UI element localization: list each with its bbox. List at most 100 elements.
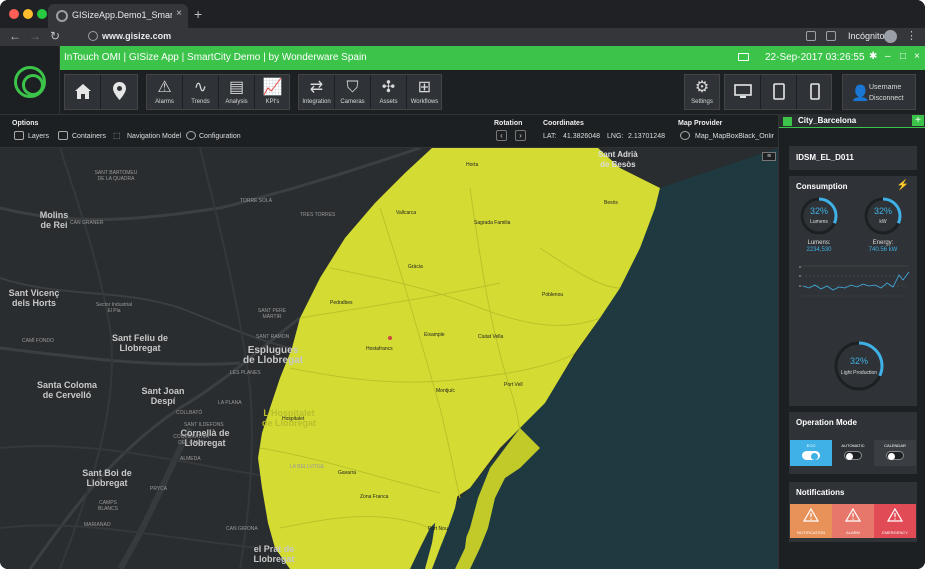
- desktop-view-button[interactable]: [725, 75, 761, 109]
- map-area-sant-ildefons: SANT ILDEFONS: [184, 422, 224, 428]
- light-production-gauge: [834, 341, 884, 391]
- disconnect-button[interactable]: Disconnect: [869, 95, 904, 102]
- containers-option[interactable]: Containers: [72, 133, 106, 140]
- map-area-sant-bartomeu: SANT BARTOMEU DE LA QUADRA: [94, 170, 138, 182]
- device-card[interactable]: IDSM_EL_D011: [789, 146, 917, 170]
- cameras-button[interactable]: ⛉ Cameras: [335, 75, 371, 109]
- location-marker[interactable]: [388, 336, 392, 340]
- camera-icon[interactable]: [738, 53, 749, 61]
- chrome-menu-icon[interactable]: ⋮: [906, 29, 917, 42]
- district-gracia: Gràcia: [408, 264, 423, 270]
- new-tab-button[interactable]: +: [194, 6, 202, 22]
- phone-icon: [810, 83, 820, 100]
- eco-label: ECO: [806, 443, 816, 448]
- workflow-icon: ⊞: [417, 79, 432, 96]
- district-besos: Besòs: [604, 200, 618, 206]
- analysis-button[interactable]: ▤ Analysis: [219, 75, 255, 109]
- reload-icon[interactable]: ↻: [50, 29, 60, 43]
- add-button[interactable]: +: [912, 115, 924, 126]
- map-area-pryca: PRYCA: [150, 486, 168, 492]
- extension-icon[interactable]: [806, 31, 816, 41]
- nav-group: [64, 74, 138, 110]
- maximize-window-button[interactable]: [37, 9, 47, 19]
- monitor-group: ⚠ Alarms ∿ Trends ▤ Analysis 📈 KPI's: [146, 74, 290, 110]
- district-zona-franca: Zona Franca: [360, 494, 389, 500]
- incognito-icon[interactable]: [884, 30, 897, 43]
- kpis-button[interactable]: 📈 KPI's: [255, 75, 290, 109]
- notification-label: NOTIFICATION: [797, 530, 825, 535]
- alarm-button[interactable]: ALARM: [832, 504, 874, 538]
- automatic-label: AUTOMATIC: [841, 443, 865, 448]
- settings-group: ⚙ Settings: [684, 74, 720, 110]
- trends-button[interactable]: ∿ Trends: [183, 75, 219, 109]
- navigation-model-option[interactable]: Navigation Model: [127, 133, 181, 140]
- minimize-icon[interactable]: –: [885, 51, 891, 62]
- forward-icon[interactable]: →: [29, 29, 41, 43]
- settings-icon[interactable]: ✱: [869, 51, 877, 62]
- datetime: 22-Sep-2017 03:26:55: [765, 52, 865, 63]
- close-tab-icon[interactable]: ×: [176, 8, 182, 19]
- workflows-label: Workflows: [410, 99, 439, 105]
- alarms-button[interactable]: ⚠ Alarms: [147, 75, 183, 109]
- assets-button[interactable]: ✣ Assets: [371, 75, 407, 109]
- close-window-button[interactable]: [9, 9, 19, 19]
- map-area-collbato: COLLBATÓ: [176, 410, 203, 416]
- url-field[interactable]: www.gisize.com: [102, 31, 171, 41]
- close-icon[interactable]: ×: [914, 51, 920, 62]
- globe-icon: [88, 31, 98, 41]
- automatic-mode-button[interactable]: AUTOMATIC: [832, 440, 874, 466]
- minimize-window-button[interactable]: [23, 9, 33, 19]
- map-list-icon[interactable]: ≡: [762, 152, 776, 161]
- kpis-label: KPI's: [265, 99, 280, 105]
- trends-label: Trends: [191, 99, 210, 105]
- home-button[interactable]: [65, 75, 101, 109]
- district-gavarra: Gavarra: [338, 470, 357, 476]
- panel-checkbox[interactable]: [783, 117, 792, 126]
- phone-view-button[interactable]: [797, 75, 832, 109]
- back-icon[interactable]: ←: [9, 29, 21, 43]
- map-provider-select[interactable]: Map_MapBoxBlack_Onlir: [695, 133, 775, 140]
- layers-option[interactable]: Layers: [28, 133, 49, 140]
- location-button[interactable]: [101, 75, 138, 109]
- map-area-les-planes: LES PLANES: [230, 370, 261, 376]
- document-icon: ▤: [228, 79, 245, 96]
- integration-button[interactable]: ⇄ Integration: [299, 75, 335, 109]
- browser-window: GISizeApp.Demo1_SmartCity- × + ← → ↻ www…: [0, 0, 925, 569]
- settings-button[interactable]: ⚙ Settings: [685, 75, 719, 109]
- layers-icon: [14, 131, 24, 140]
- user-group[interactable]: 👤 Username Disconnect: [842, 74, 916, 110]
- rotate-left-button[interactable]: ‹: [496, 130, 507, 141]
- trends-icon: ∿: [193, 79, 208, 96]
- calendar-label: CALENDAR: [884, 443, 906, 448]
- lng-label: LNG:: [607, 133, 624, 140]
- maximize-icon[interactable]: □: [900, 51, 906, 62]
- map-view[interactable]: ≡ Sant Adrià de Besòs Molins de Rei Sant V…: [0, 148, 778, 569]
- workflows-button[interactable]: ⊞ Workflows: [407, 75, 442, 109]
- district-hostafrancs: Hostafrancs: [366, 346, 393, 352]
- eco-mode-button[interactable]: ECO: [790, 440, 832, 466]
- map-label-el-prat: el Prat de Llobregat: [253, 544, 295, 564]
- emergency-button[interactable]: EMERGENCY: [874, 504, 916, 538]
- calendar-toggle[interactable]: [886, 451, 904, 460]
- browser-tabbar: GISizeApp.Demo1_SmartCity- × +: [0, 0, 925, 28]
- warning-icon: ⚠: [157, 79, 172, 96]
- app-root: InTouch OMI | GISize App | SmartCity Dem…: [0, 46, 925, 569]
- map-area-sant-ramon: SANT RAMON: [256, 334, 290, 340]
- map-area-can-girona: CAN GIRONA: [226, 526, 258, 532]
- extension-icon[interactable]: [826, 31, 836, 41]
- options-heading: Options: [12, 120, 39, 127]
- eco-toggle[interactable]: [802, 451, 820, 460]
- tablet-view-button[interactable]: [761, 75, 797, 109]
- automatic-toggle[interactable]: [844, 451, 862, 460]
- calendar-mode-button[interactable]: CALENDAR: [874, 440, 916, 466]
- rotate-right-button[interactable]: ›: [515, 130, 526, 141]
- energy-label: Energy:: [872, 240, 894, 246]
- tablet-icon: [773, 83, 785, 100]
- operation-card: Operation Mode ECO AUTOMATIC CALENDAR: [789, 412, 917, 474]
- browser-tab[interactable]: GISizeApp.Demo1_SmartCity- ×: [48, 4, 188, 28]
- puzzle-icon: ✣: [381, 79, 396, 96]
- configuration-option[interactable]: Configuration: [199, 133, 241, 140]
- map-label-santa-coloma: Santa Coloma de Cervelló: [36, 380, 97, 400]
- notification-button[interactable]: NOTIFICATION: [790, 504, 832, 538]
- lumens-gauge-label: Lumens: [810, 219, 828, 225]
